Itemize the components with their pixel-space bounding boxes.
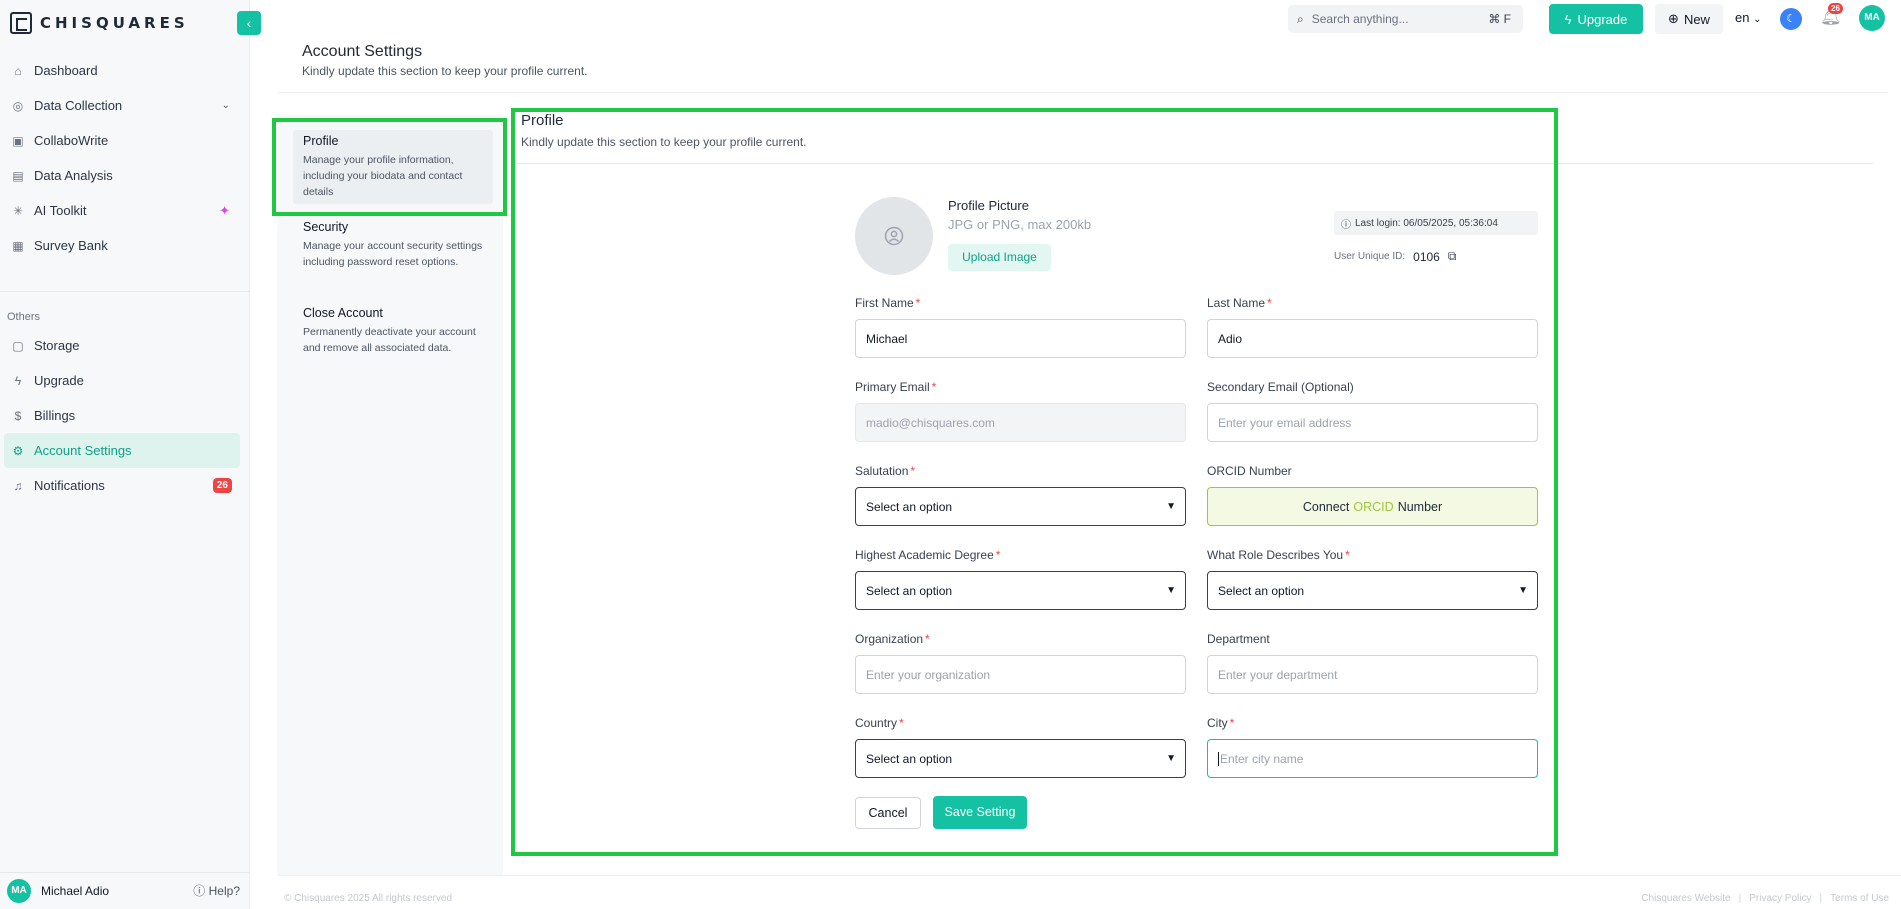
sidebar-item-label: CollaboWrite <box>34 133 109 148</box>
upgrade-button[interactable]: ϟ Upgrade <box>1549 4 1643 34</box>
sidebar-divider <box>0 291 250 292</box>
sidebar-item-billings[interactable]: $ Billings <box>4 398 240 433</box>
lightning-icon: ϟ <box>1564 11 1572 27</box>
sparkle-icon: ✳ <box>12 203 24 218</box>
sidebar-item-label: Notifications <box>34 478 105 493</box>
analysis-icon: ▤ <box>12 168 24 183</box>
lightning-icon: ϟ <box>14 373 22 388</box>
sidebar-item-label: AI Toolkit <box>34 203 87 218</box>
footer-divider <box>278 875 1901 876</box>
sidebar-item-label: Data Collection <box>34 98 123 113</box>
help-icon: ⓘ <box>193 884 209 898</box>
avatar[interactable]: MA <box>7 878 31 903</box>
data-collection-icon: ◎ <box>12 98 24 113</box>
sidebar-item-ai-toolkit[interactable]: ✳ AI Toolkit ✦ <box>4 193 240 228</box>
bell-icon: ♫ <box>13 478 23 493</box>
sidebar-item-label: Account Settings <box>34 443 132 458</box>
new-label: New <box>1683 11 1710 27</box>
avatar[interactable]: MA <box>1859 5 1885 31</box>
settings-tab-security[interactable]: Security Manage your account security se… <box>293 216 493 274</box>
magic-wand-icon: ✦ <box>219 202 230 218</box>
footer-link-terms[interactable]: Terms of Use <box>1830 893 1889 904</box>
sidebar-item-label: Storage <box>34 338 80 353</box>
copyright: © Chisquares 2025 All rights reserved <box>284 893 453 904</box>
sidebar-item-label: Upgrade <box>34 373 84 388</box>
sidebar-item-storage[interactable]: ▢ Storage <box>4 328 240 363</box>
storage-icon: ▢ <box>12 338 24 353</box>
sidebar-item-upgrade[interactable]: ϟ Upgrade <box>4 363 240 398</box>
highlight-box-profile-tab <box>272 118 507 216</box>
search-placeholder: Search anything... <box>1311 12 1409 26</box>
help-label: Help? <box>208 884 240 898</box>
footer-link-website[interactable]: Chisquares Website <box>1641 893 1730 904</box>
plus-circle-icon: ⊕ <box>1668 11 1679 26</box>
sidebar-item-data-collection[interactable]: ◎ Data Collection ⌄ <box>4 88 240 123</box>
notification-badge: 26 <box>1828 3 1843 14</box>
upgrade-label: Upgrade <box>1577 11 1628 27</box>
chevron-down-icon[interactable]: ⌄ <box>222 100 230 111</box>
logo-icon <box>10 12 32 34</box>
brand-name: CHISQUARES <box>40 14 189 32</box>
sidebar-item-label: Data Analysis <box>34 168 113 183</box>
sidebar-item-label: Billings <box>34 408 76 423</box>
sidebar-item-data-analysis[interactable]: ▤ Data Analysis <box>4 158 240 193</box>
page-title: Account Settings <box>302 43 423 60</box>
settings-tab-title: Close Account <box>303 306 383 320</box>
sidebar-item-notifications[interactable]: ♫ Notifications 26 <box>4 468 240 503</box>
page-subtitle: Kindly update this section to keep your … <box>302 64 588 78</box>
separator: | <box>1738 893 1742 904</box>
collapse-sidebar-button[interactable]: ‹ <box>237 11 261 35</box>
billing-icon: $ <box>14 408 22 423</box>
user-profile-bar[interactable]: MA Michael Adio ⓘ Help? <box>0 872 250 909</box>
settings-tab-title: Security <box>303 220 349 234</box>
help-button[interactable]: ⓘ Help? <box>193 882 240 899</box>
sidebar: CHISQUARES ⌂ Dashboard ◎ Data Collection… <box>0 0 250 909</box>
others-nav: ▢ Storage ϟ Upgrade $ Billings ⚙ Account… <box>4 328 240 503</box>
sidebar-item-label: Survey Bank <box>34 238 108 253</box>
language-select[interactable]: en ⌄ <box>1735 10 1761 25</box>
search-icon: ⌕ <box>1297 11 1304 26</box>
settings-tab-description: Manage your account security settings in… <box>303 240 483 268</box>
settings-tab-close-account[interactable]: Close Account Permanently deactivate you… <box>293 302 493 360</box>
others-section-label: Others <box>7 311 41 323</box>
search-shortcut: ⌘ F <box>1488 12 1511 26</box>
main-nav: ⌂ Dashboard ◎ Data Collection ⌄ ▣ Collab… <box>4 53 240 263</box>
search-input[interactable]: ⌕ Search anything... ⌘ F <box>1288 5 1523 33</box>
brand-logo[interactable]: CHISQUARES <box>10 12 189 34</box>
sidebar-item-account-settings[interactable]: ⚙ Account Settings <box>4 433 240 468</box>
new-button[interactable]: ⊕ New <box>1655 4 1723 34</box>
survey-icon: ▦ <box>12 238 24 253</box>
gear-icon: ⚙ <box>12 443 24 458</box>
footer-link-privacy[interactable]: Privacy Policy <box>1749 893 1811 904</box>
footer-links: Chisquares Website | Privacy Policy | Te… <box>1641 893 1889 904</box>
notification-count-badge: 26 <box>212 478 232 493</box>
language-value: en <box>1735 10 1750 25</box>
chevron-left-icon: ‹ <box>246 15 252 31</box>
separator: | <box>1819 893 1823 904</box>
user-name: Michael Adio <box>41 883 110 898</box>
chevron-down-icon: ⌄ <box>1753 14 1762 25</box>
settings-tab-description: Permanently deactivate your account and … <box>303 326 476 354</box>
sidebar-item-dashboard[interactable]: ⌂ Dashboard <box>4 53 240 88</box>
theme-toggle-moon-icon[interactable]: ☾ <box>1780 8 1802 30</box>
document-icon: ▣ <box>12 133 24 148</box>
sidebar-item-label: Dashboard <box>34 63 98 78</box>
sidebar-item-collabowrite[interactable]: ▣ CollaboWrite <box>4 123 240 158</box>
home-icon: ⌂ <box>14 63 22 78</box>
highlight-box-profile-panel <box>511 108 1558 856</box>
sidebar-item-survey-bank[interactable]: ▦ Survey Bank <box>4 228 240 263</box>
header-divider <box>278 92 1888 93</box>
